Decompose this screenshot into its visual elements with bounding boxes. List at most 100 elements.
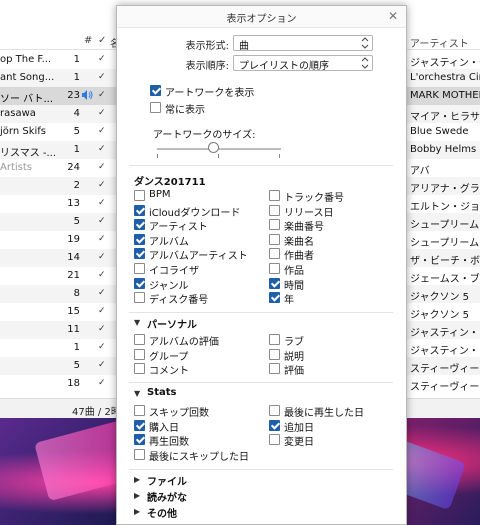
checkbox-column-header[interactable]: ✓ — [98, 35, 106, 46]
option-label: 年 — [284, 295, 294, 307]
option-checkbox[interactable]: 時間 — [269, 277, 394, 292]
checkbox-box — [134, 277, 145, 289]
checkmark-icon[interactable]: ✓ — [98, 72, 106, 82]
track-number-column-header[interactable]: # — [84, 35, 92, 46]
divider — [129, 469, 393, 470]
checkbox-box — [134, 219, 145, 231]
option-checkbox[interactable]: アルバム — [134, 233, 259, 248]
option-checkbox[interactable]: 再生回数 — [134, 433, 259, 448]
option-checkbox[interactable]: BPM — [134, 189, 259, 202]
checkmark-icon[interactable]: ✓ — [98, 108, 106, 118]
artwork-size-slider-track[interactable] — [157, 148, 281, 150]
divider — [129, 312, 393, 313]
option-checkbox[interactable]: 変更日 — [269, 433, 394, 449]
option-checkbox[interactable]: iCloudダウンロード — [134, 204, 259, 219]
option-checkbox[interactable]: 評価 — [269, 362, 394, 377]
checkmark-icon[interactable]: ✓ — [98, 216, 106, 226]
show-artwork-checkbox[interactable]: アートワークを表示 — [150, 84, 290, 99]
close-icon[interactable]: ✕ — [386, 9, 400, 23]
checkbox-box — [269, 334, 280, 345]
expanded-triangle-icon[interactable]: ▼ — [134, 318, 140, 327]
checkmark-icon[interactable]: ✓ — [98, 198, 106, 208]
expanded-triangle-icon[interactable]: ▼ — [134, 389, 140, 398]
sort-by-select[interactable]: プレイリストの順序 — [233, 55, 373, 72]
view-as-select[interactable]: 曲 — [233, 35, 373, 52]
checkmark-icon[interactable]: ✓ — [98, 54, 106, 64]
option-checkbox[interactable]: アルバムの評価 — [134, 333, 259, 348]
checkmark-icon[interactable]: ✓ — [98, 144, 106, 154]
checkmark-icon[interactable]: ✓ — [98, 324, 106, 334]
checkmark-icon[interactable]: ✓ — [98, 306, 106, 316]
option-checkbox[interactable]: グループ — [134, 348, 259, 363]
checkmark-icon[interactable]: ✓ — [98, 162, 106, 172]
always-show-checkbox[interactable]: 常に表示 — [150, 101, 290, 116]
checkbox-box — [269, 419, 280, 431]
collapsed-triangle-icon[interactable]: ▶ — [134, 491, 140, 500]
artist-cell: シュープリームス — [410, 220, 480, 231]
option-checkbox[interactable]: 作曲者 — [269, 247, 394, 262]
checkbox-box — [134, 204, 145, 216]
option-checkbox[interactable]: 最後に再生した日 — [269, 404, 394, 419]
checkmark-icon[interactable]: ✓ — [98, 288, 106, 298]
artist-column-header[interactable]: アーティスト — [410, 35, 469, 50]
option-label: 変更日 — [284, 437, 314, 449]
personal-section-title[interactable]: パーソナル — [147, 316, 197, 331]
option-checkbox[interactable]: ディスク番号 — [134, 291, 259, 307]
option-checkbox[interactable]: リリース日 — [269, 204, 394, 219]
track-number-cell: 5 — [73, 360, 80, 371]
option-checkbox[interactable]: 楽曲番号 — [269, 218, 394, 233]
checkbox-box — [134, 233, 145, 245]
sort-by-label: 表示順序: — [185, 61, 229, 72]
option-checkbox[interactable]: トラック番号 — [269, 189, 394, 204]
reading-section-title[interactable]: 読みがな — [147, 489, 187, 504]
always-show-label: 常に表示 — [165, 105, 205, 116]
option-checkbox[interactable]: 説明 — [269, 348, 394, 363]
checkmark-icon[interactable]: ✓ — [98, 234, 106, 244]
checkbox-box — [269, 434, 280, 446]
divider — [129, 165, 393, 166]
collapsed-triangle-icon[interactable]: ▶ — [134, 475, 140, 484]
option-label: 説明 — [284, 351, 304, 363]
option-checkbox[interactable]: コメント — [134, 362, 259, 377]
option-checkbox[interactable]: アルバムアーティスト — [134, 247, 259, 262]
option-checkbox[interactable]: 購入日 — [134, 419, 259, 434]
checkmark-icon[interactable]: ✓ — [98, 90, 106, 100]
file-section-title[interactable]: ファイル — [147, 473, 187, 488]
option-checkbox[interactable]: 作品 — [269, 262, 394, 277]
checkmark-icon[interactable]: ✓ — [98, 360, 106, 370]
stats-section-title[interactable]: Stats — [147, 387, 176, 398]
checkbox-box — [269, 263, 280, 274]
option-checkbox[interactable]: 追加日 — [269, 419, 394, 434]
other-section-title[interactable]: その他 — [147, 505, 177, 520]
artist-cell: MARK MOTHER — [410, 90, 480, 101]
option-checkbox[interactable]: ジャンル — [134, 277, 259, 292]
checkbox-box — [134, 334, 145, 345]
checkmark-icon[interactable]: ✓ — [98, 252, 106, 262]
track-number-cell: 2 — [73, 180, 80, 191]
checkbox-box — [150, 102, 161, 113]
checkmark-icon[interactable]: ✓ — [98, 126, 106, 136]
option-checkbox[interactable]: 年 — [269, 291, 394, 307]
artist-cell: ジャスティン・ビーバ — [410, 346, 480, 357]
checkmark-icon[interactable]: ✓ — [98, 378, 106, 388]
checkmark-icon[interactable]: ✓ — [98, 270, 106, 280]
option-checkbox[interactable]: スキップ回数 — [134, 404, 259, 419]
option-checkbox[interactable]: イコライザ — [134, 262, 259, 277]
option-label: ディスク番号 — [149, 295, 209, 307]
checkmark-icon[interactable]: ✓ — [98, 342, 106, 352]
artwork-size-slider-thumb[interactable] — [207, 142, 219, 153]
checkbox-box — [134, 448, 145, 460]
option-checkbox[interactable]: アーティスト — [134, 218, 259, 233]
option-checkbox[interactable]: 楽曲名 — [269, 233, 394, 248]
option-checkbox[interactable]: ラブ — [269, 333, 394, 348]
artist-cell: Bobby Helms — [410, 144, 477, 155]
artist-cell: ジェームス・ブラウン — [410, 274, 480, 285]
checkbox-box — [269, 363, 280, 375]
checkbox-box — [269, 219, 280, 231]
checkmark-icon[interactable]: ✓ — [98, 180, 106, 190]
divider — [129, 382, 393, 383]
track-number-cell: 13 — [67, 198, 80, 209]
option-checkbox[interactable]: 最後にスキップした日 — [134, 448, 259, 463]
collapsed-triangle-icon[interactable]: ▶ — [134, 507, 140, 516]
view-options-dialog: 表示オプション ✕ 表示形式: 曲 表示順序: プレイリストの順序 アートワーク… — [116, 5, 407, 525]
